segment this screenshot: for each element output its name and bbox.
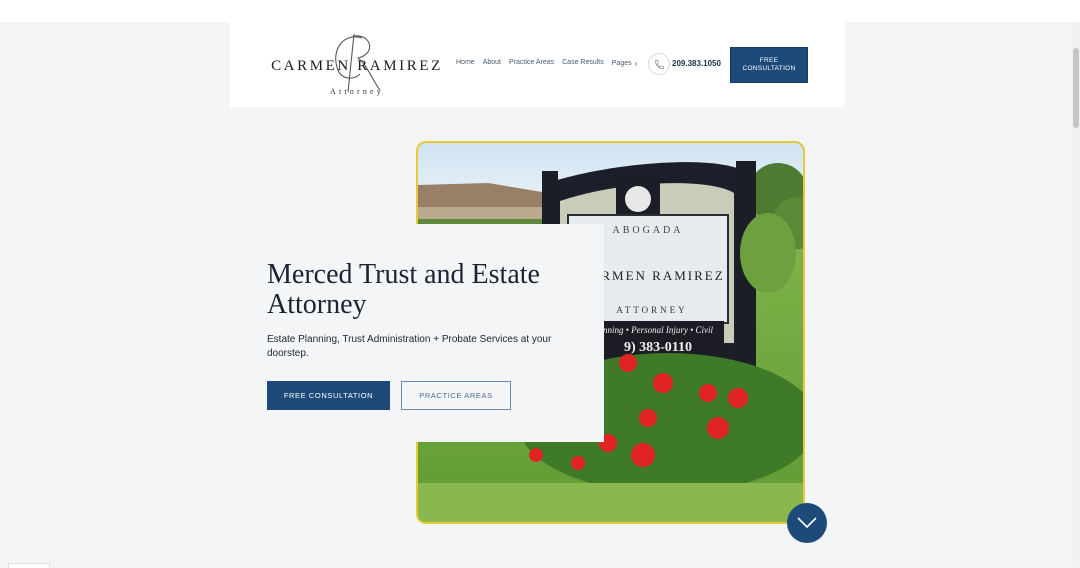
main-nav: Home About Practice Areas Case Results P… [456,59,645,68]
hero-title: Merced Trust and Estate Attorney [267,259,540,320]
chevron-down-icon [797,517,817,529]
header-free-consultation-button[interactable]: FREE CONSULTATION [730,47,808,83]
site-header: CARMEN RAMIREZ Attorney Home About Pract… [230,22,845,107]
hero-practice-areas-button[interactable]: PRACTICE AREAS [401,381,511,410]
nav-case-results[interactable]: Case Results [562,59,604,68]
sign-phone: 9) 383-0110 [624,340,692,355]
header-cta-label: FREE CONSULTATION [742,57,796,72]
site-logo[interactable]: CARMEN RAMIREZ Attorney [266,30,448,100]
hero-primary-button-label: FREE CONSULTATION [283,391,374,400]
nav-pages-label: Pages [611,60,632,67]
sign-top-word: ABOGADA [613,225,684,236]
browser-top-strip [0,0,1080,22]
phone-icon[interactable] [648,53,670,75]
sign-services: nning • Personal Injury • Civil [603,325,714,335]
hero-free-consultation-button[interactable]: FREE CONSULTATION [267,381,390,410]
nav-pages[interactable]: Pages › [612,59,638,68]
scrollbar-thumb[interactable] [1073,48,1079,128]
nav-practice-areas[interactable]: Practice Areas [509,59,554,68]
hero-subtitle: Estate Planning, Trust Administration + … [267,334,552,359]
corner-tab [8,563,50,568]
hero-secondary-button-label: PRACTICE AREAS [419,391,493,400]
header-phone-number[interactable]: 209.383.1050 [672,59,721,68]
nav-about[interactable]: About [483,59,501,68]
scroll-down-button[interactable] [787,503,827,543]
sign-title: ATTORNEY [616,305,687,315]
chevron-right-icon: › [634,59,638,68]
nav-home[interactable]: Home [456,59,475,68]
page-scrollbar[interactable] [1072,22,1080,567]
logo-name: CARMEN RAMIREZ [271,58,443,74]
logo-subtitle: Attorney [329,87,385,96]
